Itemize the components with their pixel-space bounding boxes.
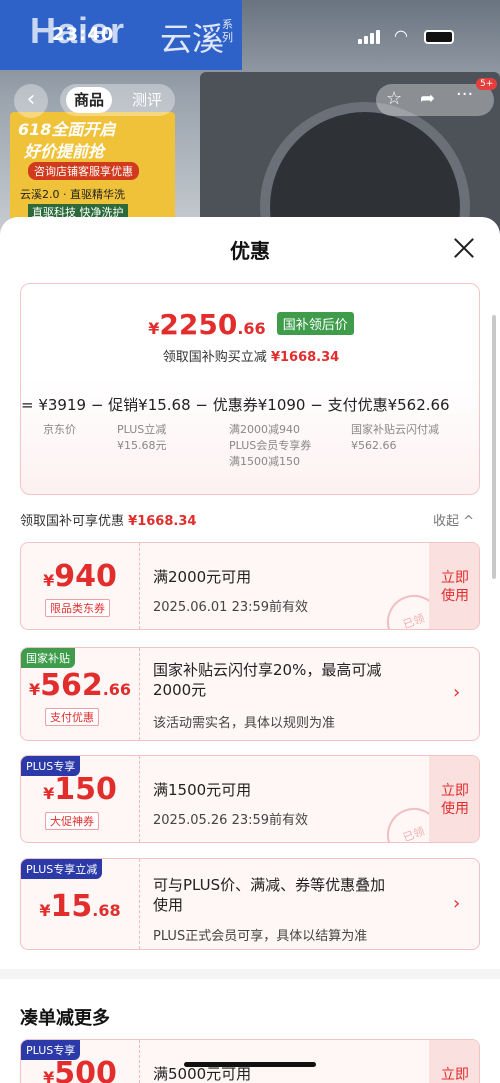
- coupon-condition: 国家补贴云闪付享20%，最高可减 2000元: [153, 661, 382, 699]
- coupon-tag: 大促神券: [45, 812, 99, 830]
- final-price-int: 2250: [159, 308, 238, 341]
- use-now-button[interactable]: 立即: [429, 1040, 479, 1083]
- chevron-right-icon[interactable]: ›: [453, 893, 460, 914]
- more-icon[interactable]: ···: [456, 84, 473, 105]
- nav-tabs: 商品 测评: [60, 84, 175, 116]
- coupon-tag: 限品类东券: [45, 599, 110, 617]
- saving-line: 领取国补购买立减 ¥1668.34: [21, 346, 481, 365]
- sheet-title: 优惠: [230, 239, 270, 263]
- coupon-amount-value: 940: [54, 559, 117, 594]
- coupon-validity: 2025.06.01 23:59前有效: [153, 600, 309, 615]
- use-now-label: 立即: [441, 1067, 469, 1083]
- coupon-validity: 该活动需实名，具体以规则为准: [153, 716, 336, 731]
- share-icon[interactable]: ➦: [420, 88, 435, 109]
- back-button[interactable]: ‹: [14, 84, 48, 118]
- subsidy-section-label: 领取国补可享优惠 ¥1668.34: [20, 510, 196, 529]
- discount-sheet: 优惠 ¥2250.66 国补领后价 领取国补购买立减 ¥1668.34 = ¥3…: [0, 217, 500, 1083]
- breakdown-label-plus: PLUS立减 ¥15.68元: [117, 423, 167, 452]
- promo-line-3: 咨询店铺客服享优惠: [28, 162, 139, 180]
- status-bar: 23:40 ◠: [0, 0, 500, 70]
- coupon-amount: ¥562.66: [28, 668, 132, 703]
- coupon-card[interactable]: PLUS专享 ¥150 大促神券 满1500元可用 2025.05.26 23:…: [20, 755, 480, 843]
- tab-review[interactable]: 测评: [124, 87, 170, 113]
- subsidy-label-amount: ¥1668.34: [128, 514, 197, 529]
- coupon-amount-value: 15: [50, 889, 93, 924]
- breakdown-label-coupon: 满2000减940 PLUS会员专享券 满1500减150: [229, 423, 312, 468]
- coupon-card[interactable]: PLUS专享 ¥500 满5000元可用 立即: [20, 1039, 480, 1083]
- star-icon[interactable]: ☆: [386, 88, 402, 109]
- promo-banner: 618全面开启 好价提前抢 咨询店铺客服享优惠 云溪2.0 · 直驱精华洗 直驱…: [10, 112, 175, 222]
- section-divider: [0, 969, 500, 979]
- breakdown-formula: = ¥3919 − 促销¥15.68 − 优惠券¥1090 − 支付优惠¥562…: [21, 396, 450, 414]
- card-badge: PLUS专享立减: [21, 859, 103, 879]
- final-price-dec: .66: [237, 319, 266, 338]
- coupon-amount: ¥150: [43, 772, 117, 807]
- coupon-card[interactable]: PLUS专享立减 ¥15.68 可与PLUS价、满减、券等优惠叠加 使用 PLU…: [20, 858, 480, 950]
- saving-text: 领取国补购买立减: [162, 350, 267, 365]
- cart-count-badge: 5+: [476, 78, 498, 90]
- promo-line-1: 618全面开启: [18, 120, 116, 139]
- coupon-card[interactable]: ¥940 限品类东券 满2000元可用 2025.06.01 23:59前有效 …: [20, 542, 480, 630]
- coupon-condition: 可与PLUS价、满减、券等优惠叠加 使用: [153, 876, 386, 914]
- coupon-amount-value: 500: [54, 1056, 117, 1083]
- card-divider: [139, 543, 140, 629]
- use-now-label: 立即 使用: [441, 783, 469, 817]
- price-breakdown: = ¥3919 − 促销¥15.68 − 优惠券¥1090 − 支付优惠¥562…: [21, 394, 481, 490]
- scrollbar[interactable]: [492, 315, 496, 579]
- tab-goods[interactable]: 商品: [66, 87, 113, 113]
- price-summary: ¥2250.66 国补领后价 领取国补购买立减 ¥1668.34 = ¥3919…: [20, 283, 480, 495]
- coupon-validity: 2025.05.26 23:59前有效: [153, 813, 309, 828]
- wifi-icon: ◠: [394, 26, 408, 45]
- status-time: 23:40: [52, 24, 115, 45]
- promo-line-2: 好价提前抢: [24, 142, 105, 161]
- coupon-condition: 满1500元可用: [153, 781, 252, 799]
- promo-line-4: 云溪2.0 · 直驱精华洗: [20, 188, 125, 201]
- coupon-tag: 支付优惠: [45, 708, 99, 726]
- use-now-label: 立即 使用: [441, 570, 469, 604]
- home-indicator[interactable]: [184, 1062, 316, 1067]
- close-icon[interactable]: [453, 237, 475, 259]
- nav-actions: ☆ ➦ ··· 5+: [376, 78, 498, 116]
- battery-icon: [424, 30, 454, 44]
- saving-amount: ¥1668.34: [270, 350, 340, 365]
- coupon-amount-decimal: .66: [102, 680, 132, 699]
- more-deals-title: 凑单减更多: [20, 1008, 110, 1029]
- coupon-amount: ¥15.68: [39, 889, 121, 924]
- chevron-right-icon[interactable]: ›: [453, 682, 460, 703]
- card-divider: [139, 1040, 140, 1083]
- coupon-amount-decimal: .68: [92, 901, 121, 920]
- collapse-toggle[interactable]: 收起 ^: [433, 510, 474, 529]
- card-divider: [139, 648, 140, 740]
- coupon-amount: ¥500: [21, 1056, 139, 1083]
- coupon-amount-value: 562: [40, 668, 103, 703]
- card-divider: [139, 859, 140, 949]
- card-divider: [139, 756, 140, 842]
- breakdown-label-jd: 京东价: [43, 423, 76, 436]
- final-price: ¥2250.66 国补领后价: [21, 308, 481, 341]
- coupon-card[interactable]: 国家补贴 ¥562.66 支付优惠 国家补贴云闪付享20%，最高可减 2000元…: [20, 647, 480, 741]
- coupon-validity: PLUS正式会员可享，具体以结算为准: [153, 929, 368, 944]
- price-tag: 国补领后价: [276, 312, 354, 335]
- use-now-button[interactable]: 立即 使用: [429, 756, 479, 842]
- top-nav: ‹ 商品 测评 ☆ ➦ ··· 5+: [0, 78, 500, 118]
- use-now-button[interactable]: 立即 使用: [429, 543, 479, 629]
- subsidy-label-text: 领取国补可享优惠: [20, 514, 125, 529]
- coupon-amount-value: 150: [54, 772, 117, 807]
- coupon-amount: ¥940: [43, 559, 117, 594]
- card-badge: 国家补贴: [21, 648, 75, 668]
- signal-icon: [358, 30, 384, 44]
- coupon-condition: 满2000元可用: [153, 568, 252, 586]
- breakdown-label-pay: 国家补贴云闪付减 ¥562.66: [351, 423, 439, 452]
